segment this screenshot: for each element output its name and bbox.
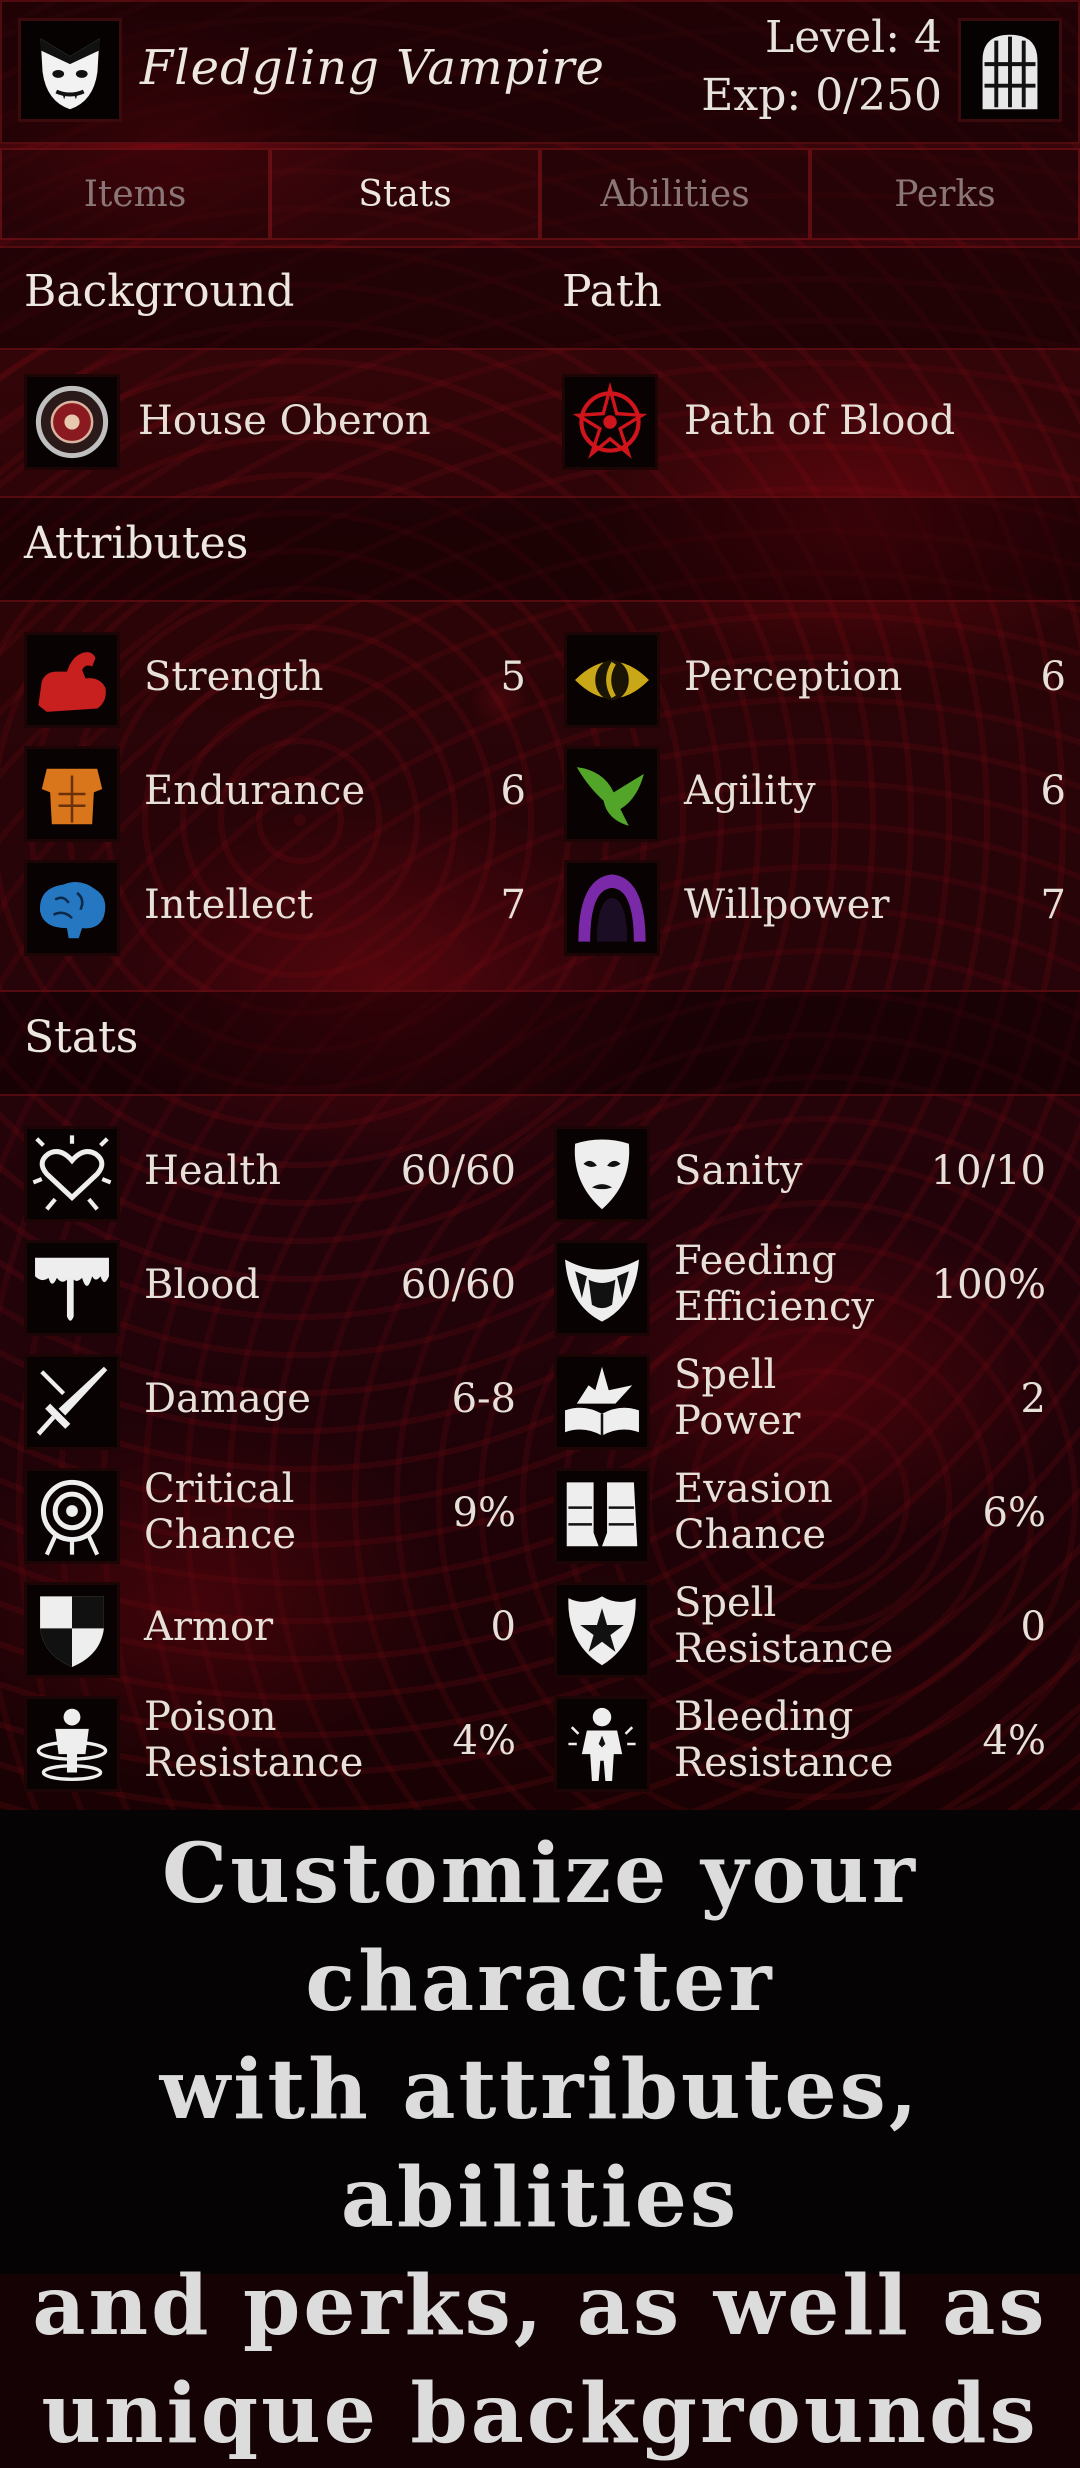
- attr-value-perception: 6: [1040, 654, 1066, 700]
- blood-sigil-icon: [572, 381, 648, 459]
- stat-value-spell-resistance: 0: [1020, 1604, 1046, 1650]
- stat-label-feeding: Feeding Efficiency: [674, 1238, 875, 1330]
- attr-value-intellect: 7: [500, 882, 526, 928]
- crest-icon: [35, 385, 109, 459]
- door-icon: [982, 34, 1038, 110]
- level-label: Level: 4: [764, 12, 942, 63]
- stat-value-spell-power: 2: [1020, 1376, 1046, 1422]
- perception-icon-box[interactable]: [564, 632, 660, 728]
- poison-icon: [36, 1708, 108, 1781]
- sword-icon: [36, 1366, 108, 1436]
- avatar[interactable]: [18, 18, 122, 122]
- caption-line: unique backgrounds: [41, 2366, 1039, 2462]
- stat-value-bleeding: 4%: [982, 1718, 1046, 1764]
- armor-icon-box[interactable]: [24, 1582, 120, 1678]
- heart-icon: [32, 1135, 112, 1211]
- feeding-icon-box[interactable]: [554, 1240, 650, 1336]
- attributes-heading: Attributes: [24, 518, 249, 569]
- attr-label-endurance: Endurance: [144, 768, 366, 814]
- stat-value-blood: 60/60: [400, 1262, 516, 1308]
- caption-line: with attributes, abilities: [159, 2042, 921, 2246]
- tab-stats[interactable]: Stats: [270, 148, 540, 240]
- evasion-icon-box[interactable]: [554, 1468, 650, 1564]
- wing-icon: [576, 767, 644, 826]
- stat-value-evasion: 6%: [982, 1490, 1046, 1536]
- boots-icon: [566, 1482, 638, 1547]
- stat-label-spell-power: Spell Power: [674, 1352, 801, 1444]
- stat-value-armor: 0: [490, 1604, 516, 1650]
- attr-label-perception: Perception: [684, 654, 903, 700]
- attr-value-endurance: 6: [500, 768, 526, 814]
- attr-value-agility: 6: [1040, 768, 1066, 814]
- stat-label-critical: Critical Chance: [144, 1466, 297, 1558]
- vampire-face-icon: [40, 38, 100, 110]
- intellect-icon-box[interactable]: [24, 860, 120, 956]
- blood-icon-box[interactable]: [24, 1240, 120, 1336]
- stats-header: [0, 990, 1080, 1096]
- stat-value-critical: 9%: [452, 1490, 516, 1536]
- stat-label-armor: Armor: [144, 1604, 274, 1650]
- blood-drip-icon: [35, 1257, 109, 1321]
- tab-items[interactable]: Items: [0, 148, 270, 240]
- background-value: House Oberon: [138, 398, 431, 444]
- menu-button[interactable]: [958, 18, 1062, 122]
- path-icon-box[interactable]: [562, 374, 658, 470]
- stat-label-health: Health: [144, 1148, 282, 1194]
- brain-icon: [39, 882, 106, 939]
- pentagram-shield-icon: [568, 1596, 636, 1666]
- strength-icon-box[interactable]: [24, 632, 120, 728]
- tab-abilities[interactable]: Abilities: [540, 148, 810, 240]
- path-value: Path of Blood: [684, 398, 956, 444]
- spell-power-icon-box[interactable]: [554, 1354, 650, 1450]
- attr-label-strength: Strength: [144, 654, 324, 700]
- character-title: Fledgling Vampire: [140, 40, 605, 96]
- background-icon-box[interactable]: [24, 374, 120, 470]
- stats-heading: Stats: [24, 1012, 139, 1063]
- endurance-icon-box[interactable]: [24, 746, 120, 842]
- mask-icon: [574, 1139, 630, 1210]
- background-heading: Background: [24, 266, 295, 317]
- fangs-icon: [565, 1259, 639, 1322]
- target-icon: [40, 1479, 104, 1556]
- stat-label-damage: Damage: [144, 1376, 311, 1422]
- attr-label-agility: Agility: [684, 768, 816, 814]
- attr-value-willpower: 7: [1040, 882, 1066, 928]
- stat-value-sanity: 10/10: [930, 1148, 1046, 1194]
- exp-label: Exp: 0/250: [701, 70, 942, 121]
- sanity-icon-box[interactable]: [554, 1126, 650, 1222]
- damage-icon-box[interactable]: [24, 1354, 120, 1450]
- spellbook-icon: [565, 1366, 639, 1436]
- caption-line: and perks, as well as: [32, 2258, 1048, 2354]
- agility-icon-box[interactable]: [564, 746, 660, 842]
- willpower-icon-box[interactable]: [564, 860, 660, 956]
- critical-icon-box[interactable]: [24, 1468, 120, 1564]
- attr-label-intellect: Intellect: [144, 882, 314, 928]
- stat-value-damage: 6-8: [451, 1376, 516, 1422]
- spell-resistance-icon-box[interactable]: [554, 1582, 650, 1678]
- attr-label-willpower: Willpower: [684, 882, 890, 928]
- torso-icon: [41, 768, 103, 825]
- stat-label-spell-resistance: Spell Resistance: [674, 1580, 894, 1672]
- stat-label-bleeding: Bleeding Resistance: [674, 1694, 894, 1786]
- stat-label-blood: Blood: [144, 1262, 260, 1308]
- tab-perks[interactable]: Perks: [810, 148, 1080, 240]
- stat-label-sanity: Sanity: [674, 1148, 803, 1194]
- bleeding-figure-icon: [568, 1707, 636, 1781]
- promo-caption: Customize your character with attributes…: [0, 1820, 1080, 2468]
- shield-icon: [40, 1596, 104, 1667]
- attr-value-strength: 5: [500, 654, 526, 700]
- stat-label-poison: Poison Resistance: [144, 1694, 364, 1786]
- stat-value-health: 60/60: [400, 1148, 516, 1194]
- hooded-figure-icon: [578, 874, 646, 942]
- caption-line: Customize your character: [162, 1826, 918, 2030]
- path-heading: Path: [562, 266, 662, 317]
- bleeding-icon-box[interactable]: [554, 1696, 650, 1792]
- stat-label-evasion: Evasion Chance: [674, 1466, 833, 1558]
- arm-icon: [38, 652, 106, 712]
- health-icon-box[interactable]: [24, 1126, 120, 1222]
- poison-icon-box[interactable]: [24, 1696, 120, 1792]
- stat-value-feeding: 100%: [931, 1262, 1046, 1308]
- stat-value-poison: 4%: [452, 1718, 516, 1764]
- eye-icon: [575, 659, 649, 701]
